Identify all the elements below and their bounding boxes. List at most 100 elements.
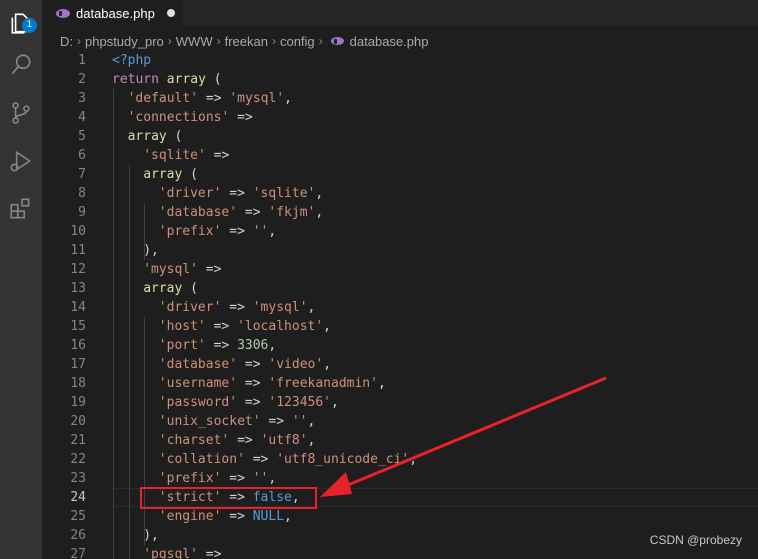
line-number: 5 (78, 129, 86, 144)
code-text: 'prefix' => '', (159, 222, 276, 241)
line-number: 14 (70, 300, 86, 315)
code-line[interactable]: 7 array ( (42, 165, 758, 184)
code-text: array ( (143, 279, 198, 298)
code-token: '123456' (268, 395, 332, 410)
code-text: ), (143, 526, 159, 545)
code-token: 'engine' (158, 509, 222, 524)
source-control-icon[interactable] (0, 90, 42, 136)
indent-guide (144, 317, 146, 545)
code-token: array (143, 281, 183, 296)
code-line[interactable]: 12 'mysql' => (42, 260, 758, 279)
code-line[interactable]: 10 'prefix' => '', (42, 222, 758, 241)
code-line[interactable]: 14 'driver' => 'mysql', (42, 298, 758, 317)
code-token: ( (182, 167, 198, 182)
code-token: => (237, 357, 269, 372)
code-text: array ( (128, 127, 183, 146)
breadcrumb-item[interactable]: database.php (350, 34, 429, 49)
line-number: 11 (70, 243, 86, 258)
code-line[interactable]: 20 'unix_socket' => '', (42, 412, 758, 431)
code-token: 'connections' (127, 110, 230, 125)
chevron-right-icon: › (77, 34, 81, 48)
line-number: 24 (70, 490, 86, 505)
code-token: 3306 (237, 338, 269, 353)
breadcrumb-item[interactable]: phpstudy_pro (85, 34, 164, 49)
code-line[interactable]: 8 'driver' => 'sqlite', (42, 184, 758, 203)
code-token: 'port' (158, 338, 206, 353)
code-line[interactable]: 16 'port' => 3306, (42, 336, 758, 355)
extensions-icon[interactable] (0, 186, 42, 232)
breadcrumb-item[interactable]: freekan (225, 34, 268, 49)
php-elephant-icon (330, 37, 344, 45)
activity-bar: 1 (0, 0, 42, 559)
chevron-right-icon: › (271, 34, 276, 48)
breadcrumb: D: › phpstudy_pro › WWW › freekan › conf… (42, 30, 758, 52)
code-editor[interactable]: 1 <?php 2 return array (3'default' => 'mysq… (42, 52, 758, 559)
code-line[interactable]: 22 'collation' => 'utf8_unicode_ci', (42, 450, 758, 469)
code-token: 'prefix' (158, 471, 222, 486)
code-token: , (315, 186, 324, 201)
watermark: CSDN @probezy (649, 533, 742, 547)
line-number: 1 (78, 53, 86, 68)
code-line[interactable]: 19 'password' => '123456', (42, 393, 758, 412)
code-token: 'mysql' (143, 262, 198, 277)
code-token: => (244, 452, 277, 467)
code-line[interactable]: 15 'host' => 'localhost', (42, 317, 758, 336)
code-token: , (307, 414, 316, 429)
code-line[interactable]: 25 'engine' => NULL, (42, 507, 758, 526)
code-line[interactable]: 5 array ( (42, 127, 758, 146)
breadcrumb-item[interactable]: WWW (176, 34, 213, 49)
code-token: <?php (112, 53, 152, 68)
code-token: '' (252, 224, 269, 239)
indent-guide (144, 203, 146, 260)
code-line[interactable]: 13 array ( (42, 279, 758, 298)
code-token: 'default' (127, 91, 199, 106)
php-elephant-icon (56, 8, 70, 18)
code-line[interactable]: 18 'username' => 'freekanadmin', (42, 374, 758, 393)
code-token: , (331, 395, 339, 410)
code-token: , (284, 91, 292, 106)
code-token: 'driver' (158, 186, 222, 201)
code-token: , (377, 376, 386, 391)
code-token: 'utf8_unicode_ci' (276, 452, 410, 467)
code-line[interactable]: 6 'sqlite' => (42, 146, 758, 165)
code-token: => (197, 547, 222, 559)
line-number: 23 (70, 471, 86, 486)
code-line[interactable]: 23 'prefix' => '', (42, 469, 758, 488)
code-token: , (323, 319, 331, 334)
code-token: => (198, 91, 230, 106)
code-token: , (268, 471, 277, 486)
code-token: array (143, 167, 183, 182)
code-line[interactable]: 1 <?php (42, 51, 758, 70)
line-number: 6 (78, 148, 86, 163)
line-number: 2 (78, 72, 86, 87)
breadcrumb-item[interactable]: D: (60, 34, 73, 49)
code-text: 'default' => 'mysql', (128, 89, 292, 108)
code-text: ), (143, 241, 159, 260)
run-debug-icon[interactable] (0, 138, 42, 184)
code-token: 'collation' (158, 452, 245, 467)
code-text: 'charset' => 'utf8', (159, 431, 316, 450)
code-token: , (268, 224, 277, 239)
breadcrumb-item[interactable]: config (280, 34, 315, 49)
code-token: ), (143, 243, 159, 258)
code-line[interactable]: 11), (42, 241, 758, 260)
code-line[interactable]: 2 return array ( (42, 70, 758, 89)
code-token: 'fkjm' (268, 205, 316, 220)
code-line[interactable]: 9 'database' => 'fkjm', (42, 203, 758, 222)
code-line[interactable]: 21 'charset' => 'utf8', (42, 431, 758, 450)
code-line[interactable]: 17 'database' => 'video', (42, 355, 758, 374)
code-line[interactable]: 3 'default' => 'mysql', (42, 89, 758, 108)
code-token: , (307, 300, 316, 315)
code-line[interactable]: 27 'pgsql' => (42, 545, 758, 559)
code-token: 'mysql' (252, 300, 308, 315)
code-line[interactable]: 4 'connections' => (42, 108, 758, 127)
search-icon[interactable] (0, 42, 42, 88)
line-number: 15 (70, 319, 86, 334)
unsaved-dot-icon[interactable] (166, 9, 175, 17)
code-token: 'password' (158, 395, 238, 410)
tab-database-php[interactable]: database.php (42, 0, 182, 26)
explorer-icon[interactable]: 1 (0, 0, 42, 46)
code-token: 'host' (158, 319, 206, 334)
line-number: 4 (78, 110, 86, 125)
line-number: 9 (78, 205, 86, 220)
